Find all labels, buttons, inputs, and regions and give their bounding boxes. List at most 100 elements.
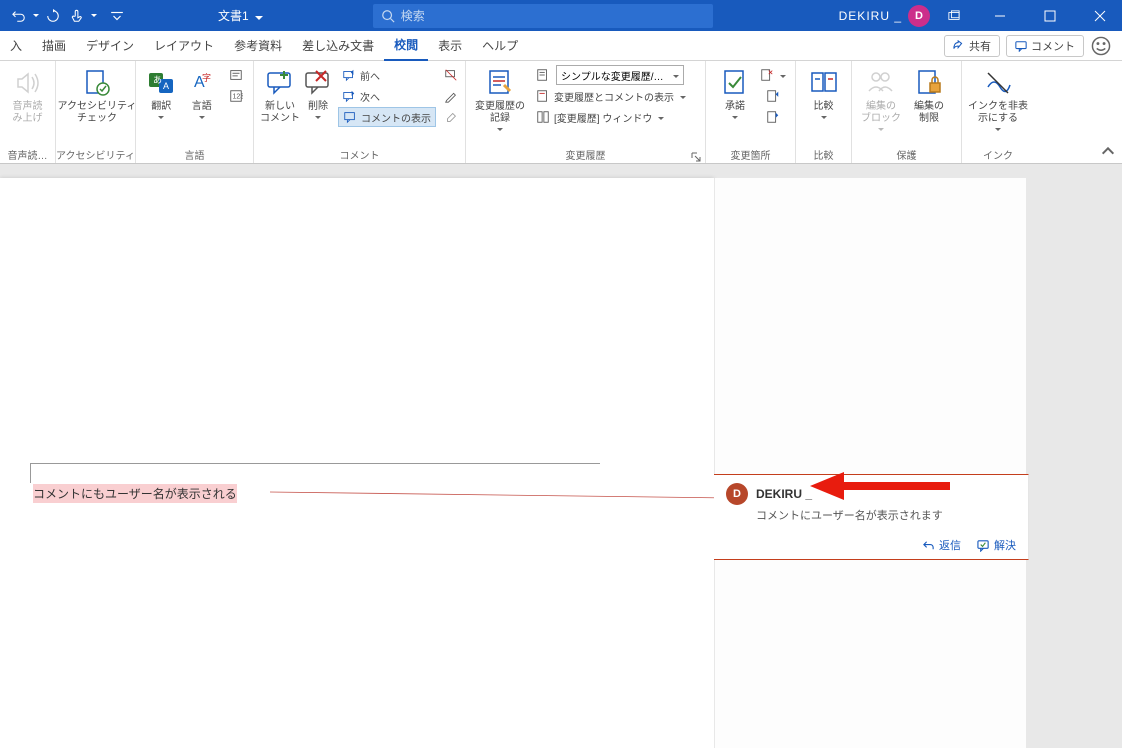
group-comments-label: コメント <box>254 145 465 163</box>
eraser-button[interactable] <box>440 107 462 127</box>
previous-label: 前へ <box>360 68 380 83</box>
tab-design[interactable]: デザイン <box>76 31 144 61</box>
tracking-launcher[interactable] <box>691 149 703 161</box>
block-authors-button: 編集の ブロック <box>858 65 904 131</box>
comment-text: コメントにユーザー名が表示されます <box>756 507 1016 523</box>
ribbon-tabs: 入 描画 デザイン レイアウト 参考資料 差し込み文書 校閲 表示 ヘルプ 共有… <box>0 31 1122 61</box>
group-compare-label: 比較 <box>796 145 851 163</box>
tab-help[interactable]: ヘルプ <box>472 31 528 61</box>
delete-comment-button[interactable]: 削除 <box>302 65 334 119</box>
next-label: 次へ <box>360 89 380 104</box>
touch-mode-button[interactable] <box>66 5 88 27</box>
group-changes-label: 変更箇所 <box>706 145 795 163</box>
redo-button[interactable] <box>42 5 64 27</box>
previous-comment-button[interactable]: 前へ <box>338 65 436 85</box>
undo-dropdown[interactable] <box>32 5 40 27</box>
hide-ink-button[interactable]: インクを非表 示にする <box>968 65 1028 131</box>
share-button[interactable]: 共有 <box>944 35 1000 57</box>
svg-text:字: 字 <box>202 72 211 83</box>
accessibility-label: アクセシビリティ チェック <box>58 101 137 125</box>
accessibility-icon <box>81 67 113 99</box>
page[interactable]: コメントにもユーザー名が表示される <box>0 178 714 748</box>
lock-icon <box>913 67 945 99</box>
new-comment-icon <box>264 67 296 99</box>
svg-text:123: 123 <box>233 94 244 101</box>
show-markup-button[interactable]: 変更履歴とコメントの表示 <box>532 86 690 106</box>
reviewing-pane-button[interactable]: [変更履歴] ウィンドウ <box>532 107 690 127</box>
previous-change-button[interactable] <box>762 86 784 106</box>
track-changes-button[interactable]: 変更履歴の 記録 <box>472 65 528 131</box>
display-mode-value: シンプルな変更履歴/コ… <box>561 68 673 83</box>
translate-button[interactable]: あA 翻訳 <box>142 65 181 119</box>
comment-panel <box>714 178 1026 748</box>
tab-view[interactable]: 表示 <box>428 31 472 61</box>
tab-insert[interactable]: 入 <box>0 31 32 61</box>
group-speech-label: 音声読… <box>0 145 55 163</box>
search-input[interactable]: 検索 <box>373 4 713 28</box>
reviewing-pane-label: [変更履歴] ウィンドウ <box>554 110 652 125</box>
comments-button[interactable]: コメント <box>1006 35 1084 57</box>
tab-draw[interactable]: 描画 <box>32 31 76 61</box>
undo-button[interactable] <box>8 5 30 27</box>
new-comment-label: 新しい コメント <box>260 101 300 125</box>
resolve-button[interactable]: 解決 <box>977 537 1016 553</box>
close-button[interactable] <box>1078 0 1122 31</box>
ribbon: 音声読 み上げ 音声読… アクセシビリティ チェック アクセシビリティ あA 翻… <box>0 61 1122 164</box>
thesaurus-button[interactable]: 123 <box>225 86 247 106</box>
new-comment-button[interactable]: 新しい コメント <box>260 65 300 125</box>
accept-label: 承諾 <box>725 101 745 113</box>
document-title[interactable]: 文書1 <box>218 7 263 24</box>
comment-avatar: D <box>726 483 748 505</box>
collapse-ribbon-button[interactable] <box>1100 143 1116 159</box>
compare-button[interactable]: 比較 <box>802 65 845 119</box>
minimize-button[interactable] <box>978 0 1022 31</box>
next-comment-button[interactable]: 次へ <box>338 86 436 106</box>
highlighted-text[interactable]: コメントにもユーザー名が表示される <box>33 484 237 503</box>
track-changes-icon <box>484 67 516 99</box>
show-comments-button[interactable]: コメントの表示 <box>338 107 436 127</box>
delete-comment-icon <box>302 67 334 99</box>
document-area: コメントにもユーザー名が表示される D DEKIRU _ コメントにユーザー名が… <box>0 164 1122 748</box>
reject-button[interactable] <box>762 65 784 85</box>
feedback-button[interactable] <box>1090 35 1112 57</box>
restrict-label: 編集の 制限 <box>914 101 944 125</box>
hide-ink-icon <box>982 67 1014 99</box>
user-name: DEKIRU _ <box>839 9 902 23</box>
hide-ink-label: インクを非表 示にする <box>968 101 1028 125</box>
share-label: 共有 <box>969 38 991 54</box>
group-tracking-label: 変更履歴 <box>466 145 705 163</box>
comment-author: DEKIRU _ <box>756 487 812 501</box>
display-for-review-combo[interactable]: シンプルな変更履歴/コ… <box>556 65 684 85</box>
track-changes-label: 変更履歴の 記録 <box>475 101 525 125</box>
maximize-button[interactable] <box>1028 0 1072 31</box>
tab-mailings[interactable]: 差し込み文書 <box>292 31 384 61</box>
tab-references[interactable]: 参考資料 <box>224 31 292 61</box>
svg-text:あ: あ <box>153 75 162 85</box>
touch-dropdown[interactable] <box>90 5 98 27</box>
qat-customize[interactable] <box>106 5 128 27</box>
reply-button[interactable]: 返信 <box>922 537 961 553</box>
accept-button[interactable]: 承諾 <box>712 65 758 119</box>
ribbon-display-button[interactable] <box>936 0 972 31</box>
restrict-editing-button[interactable]: 編集の 制限 <box>906 65 952 125</box>
annotation-arrow <box>810 468 960 509</box>
language-label: 言語 <box>192 101 212 113</box>
accessibility-check-button[interactable]: アクセシビリティ チェック <box>62 65 132 125</box>
read-aloud-label: 音声読 み上げ <box>13 101 43 125</box>
tab-review[interactable]: 校閲 <box>384 31 428 61</box>
next-change-button[interactable] <box>762 107 784 127</box>
group-ink-label: インク <box>962 145 1034 163</box>
reply-label: 返信 <box>939 537 961 553</box>
ink-comment-button[interactable] <box>440 65 462 85</box>
pen-button[interactable] <box>440 86 462 106</box>
user-avatar[interactable]: D <box>908 5 930 27</box>
word-count-button[interactable] <box>225 65 247 85</box>
comment-connector-line <box>270 484 730 504</box>
tab-layout[interactable]: レイアウト <box>144 31 224 61</box>
group-protect-label: 保護 <box>852 145 961 163</box>
titlebar: 文書1 検索 DEKIRU _ D <box>0 0 1122 31</box>
display-for-review-icon <box>532 65 554 85</box>
delete-comment-label: 削除 <box>308 101 328 113</box>
language-icon: A字 <box>186 67 218 99</box>
language-button[interactable]: A字 言語 <box>183 65 222 119</box>
